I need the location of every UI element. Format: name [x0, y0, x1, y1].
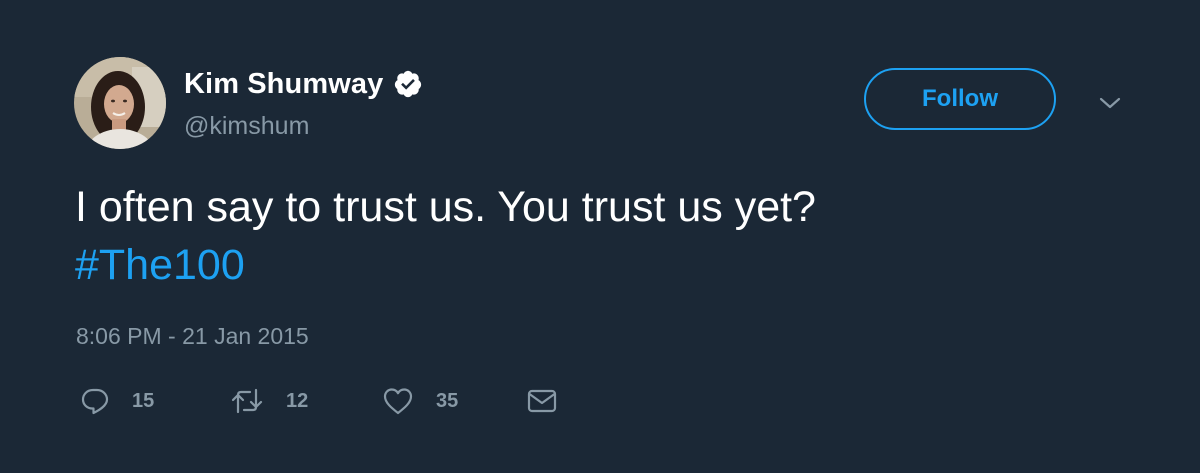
like-icon	[382, 386, 414, 416]
tweet-text-line: I often say to trust us. You trust us ye…	[75, 183, 816, 231]
chevron-down-icon[interactable]	[1097, 93, 1123, 113]
reply-count: 15	[132, 389, 155, 412]
tweet-timestamp[interactable]: 8:06 PM - 21 Jan 2015	[76, 323, 309, 350]
avatar[interactable]	[74, 57, 166, 149]
author-display-name[interactable]: Kim Shumway	[184, 68, 383, 101]
like-count: 35	[436, 389, 459, 412]
reply-icon	[80, 386, 110, 416]
retweet-count: 12	[286, 389, 309, 412]
author-name-row: Kim Shumway	[184, 66, 423, 102]
hashtag-link[interactable]: #The100	[75, 236, 245, 294]
follow-button[interactable]: Follow	[864, 68, 1056, 130]
like-button[interactable]: 35	[382, 386, 526, 416]
direct-message-button[interactable]	[526, 386, 558, 416]
reply-button[interactable]: 15	[80, 386, 230, 416]
author-handle[interactable]: @kimshum	[184, 112, 309, 141]
tweet-text: I often say to trust us. You trust us ye…	[75, 178, 1135, 294]
retweet-icon	[230, 386, 264, 416]
tweet-action-bar: 15 12 35	[80, 386, 558, 416]
direct-message-icon	[526, 386, 558, 416]
verified-badge-icon	[393, 69, 423, 99]
retweet-button[interactable]: 12	[230, 386, 382, 416]
